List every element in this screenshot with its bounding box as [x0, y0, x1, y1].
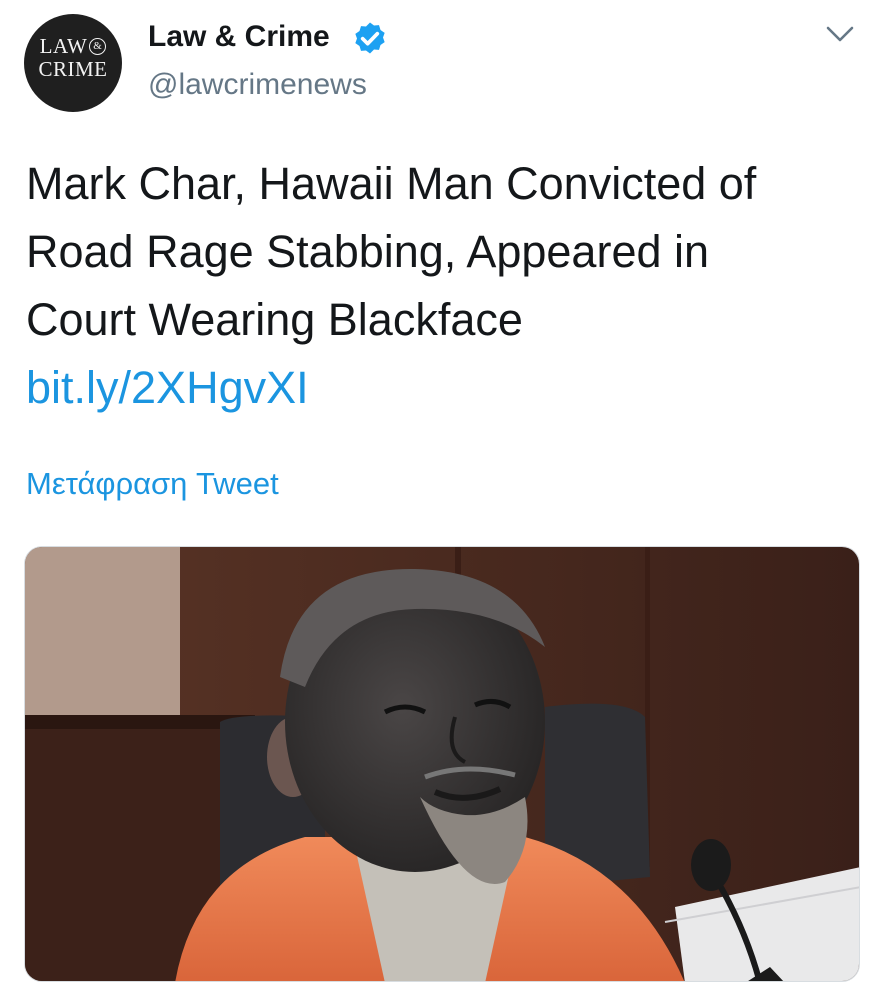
tweet-text-line: Mark Char, Hawaii Man Convicted of: [26, 158, 757, 209]
verified-badge-icon: [355, 22, 385, 54]
tweet-text-line: Road Rage Stabbing, Appeared in: [26, 226, 710, 277]
display-name[interactable]: Law & Crime: [148, 20, 330, 54]
translate-tweet-link[interactable]: Μετάφραση Tweet: [26, 466, 279, 502]
avatar-logo: LAW & CRIME: [24, 36, 122, 80]
tweet-media-image[interactable]: [24, 546, 860, 982]
tweet-text-line: Court Wearing Blackface: [26, 294, 523, 345]
avatar-logo-law: LAW: [39, 34, 88, 58]
tweet-text: Mark Char, Hawaii Man Convicted of Road …: [26, 150, 866, 422]
courtroom-photo: [25, 547, 859, 981]
handle[interactable]: @lawcrimenews: [148, 68, 367, 102]
tweet-link[interactable]: bit.ly/2XHgvXI: [26, 354, 866, 422]
avatar-logo-crime: CRIME: [38, 57, 108, 81]
chevron-down-icon[interactable]: [822, 20, 858, 48]
avatar[interactable]: LAW & CRIME: [24, 14, 122, 112]
tweet-card: LAW & CRIME Law & Crime @lawcrimenews Ma…: [0, 0, 884, 1000]
avatar-logo-ampersand: &: [89, 38, 107, 55]
